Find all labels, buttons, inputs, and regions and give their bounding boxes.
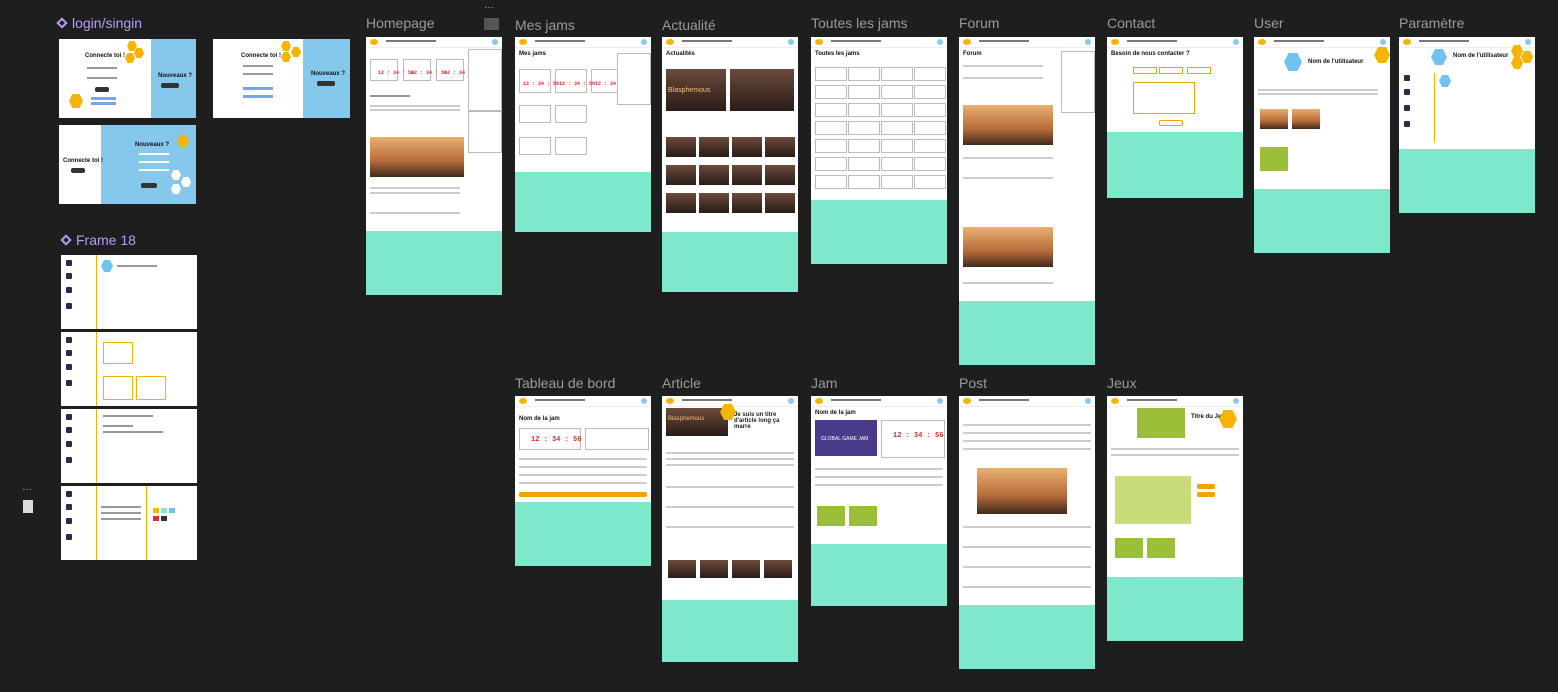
component-title-login[interactable]: login/singin	[56, 15, 142, 31]
new-title: Nouveaux ?	[135, 142, 170, 148]
component-icon	[56, 17, 68, 29]
frame-title-forum[interactable]: Forum	[959, 15, 999, 31]
parametre-frame[interactable]: Nom de l'utilisateur	[1399, 37, 1535, 213]
forum-frame[interactable]: Forum	[959, 37, 1095, 365]
jam-name: Nom de la jam	[519, 416, 560, 422]
frame-title-actualite[interactable]: Actualité	[662, 17, 716, 33]
component-title-frame18[interactable]: Frame 18	[60, 232, 136, 248]
thumbnail-icon[interactable]	[484, 18, 499, 30]
timer: 12 : 34 : 56	[411, 70, 448, 76]
frame-title-jeux[interactable]: Jeux	[1107, 375, 1137, 391]
login-frame-2[interactable]: Connecte toi ! Nouveaux ?	[213, 39, 350, 118]
user-name: Nom de l'utilisateur	[1308, 59, 1364, 65]
frame-title-toutes-jams[interactable]: Toutes les jams	[811, 15, 907, 31]
article-image-caption: Blasphemous	[668, 87, 711, 94]
login-title: Connecte toi !	[241, 53, 281, 59]
timer: 12 : 34 : 56	[531, 436, 582, 444]
user-frame[interactable]: Nom de l'utilisateur	[1254, 37, 1390, 253]
jeux-frame[interactable]: Titre du Jeu	[1107, 396, 1243, 641]
frame18-3[interactable]	[61, 409, 197, 483]
page-title: Toutes les jams	[815, 51, 860, 57]
more-icon[interactable]: …	[22, 482, 33, 493]
login-frame-3[interactable]: Connecte toi ! Nouveaux ?	[59, 125, 196, 204]
frame-title-post[interactable]: Post	[959, 375, 987, 391]
tableau-frame[interactable]: Nom de la jam 12 : 34 : 56	[515, 396, 651, 566]
article-title: Je suis un titre d'article long ça marre	[734, 412, 780, 430]
frame18-4[interactable]	[61, 486, 197, 560]
article-frame[interactable]: Blasphemous Je suis un titre d'article l…	[662, 396, 798, 662]
login-title: Connecte toi !	[63, 158, 103, 164]
jam-name: Nom de la jam	[815, 410, 856, 416]
login-title: Connecte toi !	[85, 53, 125, 59]
frame-title-contact[interactable]: Contact	[1107, 15, 1155, 31]
page-title: Besoin de nous contacter ?	[1111, 51, 1190, 57]
frame-title-homepage[interactable]: Homepage	[366, 15, 435, 31]
user-name: Nom de l'utilisateur	[1453, 53, 1509, 59]
homepage-frame[interactable]: 12 : 34 : 56 12 : 34 : 56 12 : 34 : 56	[366, 37, 502, 295]
frame-title-mes-jams[interactable]: Mes jams	[515, 17, 575, 33]
frame-title-jam[interactable]: Jam	[811, 375, 837, 391]
page-icon[interactable]	[23, 500, 33, 513]
more-icon[interactable]: …	[484, 0, 495, 11]
new-title: Nouveaux ?	[158, 73, 193, 79]
component-icon	[60, 234, 72, 246]
new-title: Nouveaux ?	[311, 71, 346, 77]
contact-frame[interactable]: Besoin de nous contacter ?	[1107, 37, 1243, 198]
frame-title-parametre[interactable]: Paramètre	[1399, 15, 1464, 31]
jam-image-caption: GLOBAL GAME JAM	[821, 436, 869, 442]
timer: 12 : 34 : 56	[559, 81, 596, 87]
frame-title-article[interactable]: Article	[662, 375, 701, 391]
frame18-1[interactable]	[61, 255, 197, 329]
page-title: Forum	[963, 51, 982, 57]
toutes-jams-frame[interactable]: Toutes les jams	[811, 37, 947, 264]
timer: 12 : 34 : 56	[523, 81, 560, 87]
timer: 12 : 34 : 56	[378, 70, 415, 76]
mes-jams-frame[interactable]: Mes jams 12 : 34 : 56 12 : 34 : 56 12 : …	[515, 37, 651, 232]
frame18-2[interactable]	[61, 332, 197, 406]
page-title: Actualités	[666, 51, 695, 57]
page-title: Mes jams	[519, 51, 547, 57]
post-frame[interactable]	[959, 396, 1095, 669]
frame-title-tableau[interactable]: Tableau de bord	[515, 375, 615, 391]
login-frame-1[interactable]: Connecte toi ! Nouveaux ?	[59, 39, 196, 118]
timer: 12 : 34 : 56	[893, 432, 944, 440]
article-image-caption: Blasphemous	[668, 416, 705, 422]
actualite-frame[interactable]: Actualités Blasphemous	[662, 37, 798, 292]
jam-frame[interactable]: Nom de la jam GLOBAL GAME JAM 12 : 34 : …	[811, 396, 947, 606]
frame-title-user[interactable]: User	[1254, 15, 1284, 31]
